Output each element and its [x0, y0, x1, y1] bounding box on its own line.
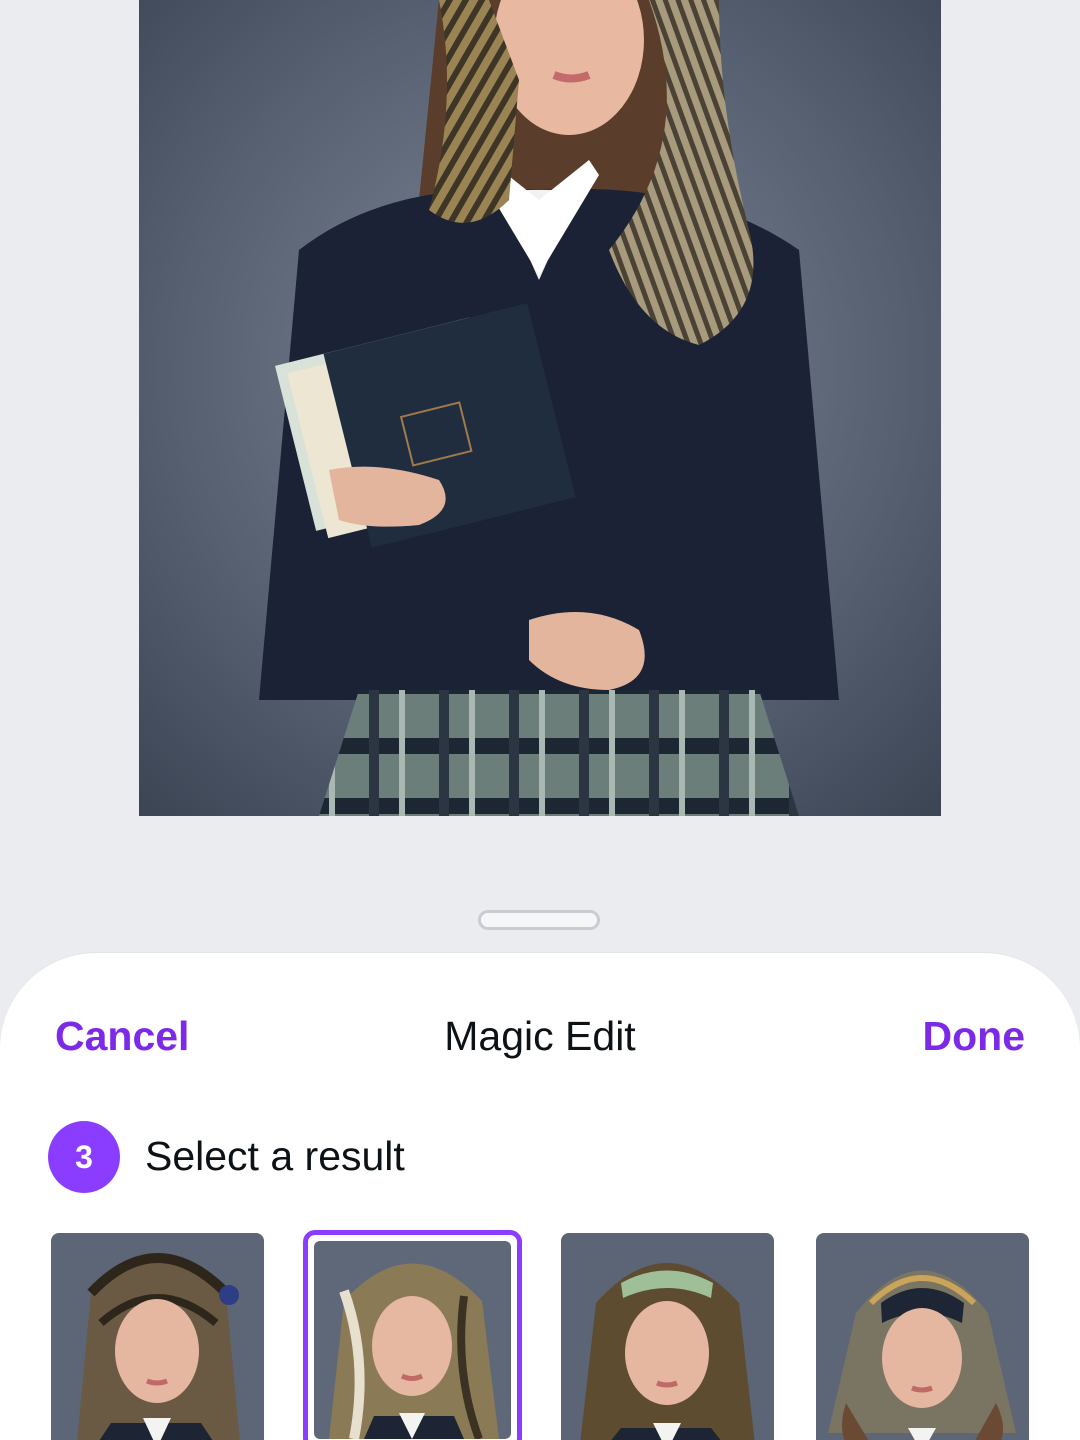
cancel-button[interactable]: Cancel [55, 1013, 189, 1060]
result-thumbnail-3[interactable] [561, 1233, 774, 1440]
result-thumbnail-1[interactable] [51, 1233, 264, 1440]
sheet-header: Magic Edit Cancel Done [0, 1013, 1080, 1073]
done-button[interactable]: Done [923, 1013, 1026, 1060]
magic-edit-sheet: Magic Edit Cancel Done 3 Select a result [0, 953, 1080, 1440]
result-thumbnail-2-selected[interactable] [303, 1230, 522, 1440]
edited-photo[interactable] [139, 0, 941, 816]
drag-handle-icon[interactable] [478, 910, 600, 930]
step-label: Select a result [145, 1133, 405, 1179]
result-thumbnail-4[interactable] [816, 1233, 1029, 1440]
step-number-badge: 3 [48, 1121, 120, 1193]
magic-edit-screen: Magic Edit Cancel Done 3 Select a result [0, 0, 1080, 1440]
